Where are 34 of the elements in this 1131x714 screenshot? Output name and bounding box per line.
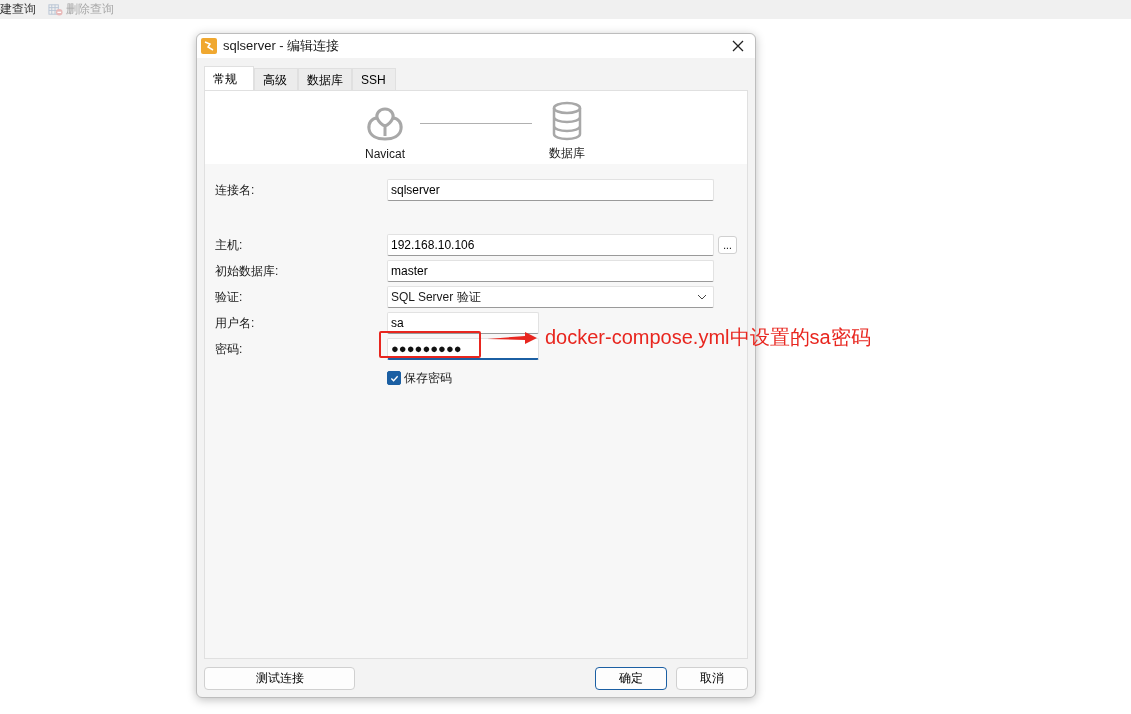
chevron-icon <box>697 294 707 300</box>
check-icon <box>389 373 399 383</box>
node-label: Navicat <box>365 146 405 161</box>
annotation: docker-compose.yml中设置的sa密码 <box>545 325 871 350</box>
password-field[interactable]: ●●●●●●●●● <box>387 338 539 360</box>
app-icon <box>201 38 217 54</box>
input-field[interactable]: sa <box>387 312 539 334</box>
tab[interactable]: SSH <box>352 68 396 90</box>
browse-button[interactable]: ... <box>718 236 737 254</box>
field-label: 连接名: <box>215 181 256 199</box>
checkbox[interactable] <box>387 371 401 385</box>
close-icon[interactable] <box>732 40 744 52</box>
tab[interactable]: 高级 <box>254 68 298 90</box>
dropdown[interactable]: SQL Server 验证 <box>387 286 714 308</box>
database-icon <box>551 101 583 141</box>
field-label: 验证: <box>215 288 244 306</box>
input-field[interactable]: 192.168.10.106 <box>387 234 714 256</box>
field-label: 密码: <box>215 340 244 358</box>
input-field[interactable]: master <box>387 260 714 282</box>
node-label: 数据库 <box>549 145 585 162</box>
field-label: 主机: <box>215 236 244 254</box>
checkbox-label: 保存密码 <box>404 369 452 387</box>
toolbar-button[interactable]: 建查询 <box>0 1 36 18</box>
save-password-checkbox[interactable]: 保存密码 <box>387 369 452 387</box>
dialog-button[interactable]: 取消 <box>676 666 748 690</box>
tab[interactable]: 数据库 <box>298 68 352 90</box>
delete-table-icon <box>48 2 63 17</box>
window-title: sqlserver - 编辑连接 <box>223 37 341 55</box>
dialog-button[interactable]: 测试连接 <box>204 666 355 690</box>
dialog-button[interactable]: 确定 <box>595 666 667 690</box>
input-field[interactable]: sqlserver <box>387 179 714 201</box>
field-label: 用户名: <box>215 314 256 332</box>
tab[interactable]: 常规 <box>204 66 254 90</box>
field-label: 初始数据库: <box>215 262 280 280</box>
